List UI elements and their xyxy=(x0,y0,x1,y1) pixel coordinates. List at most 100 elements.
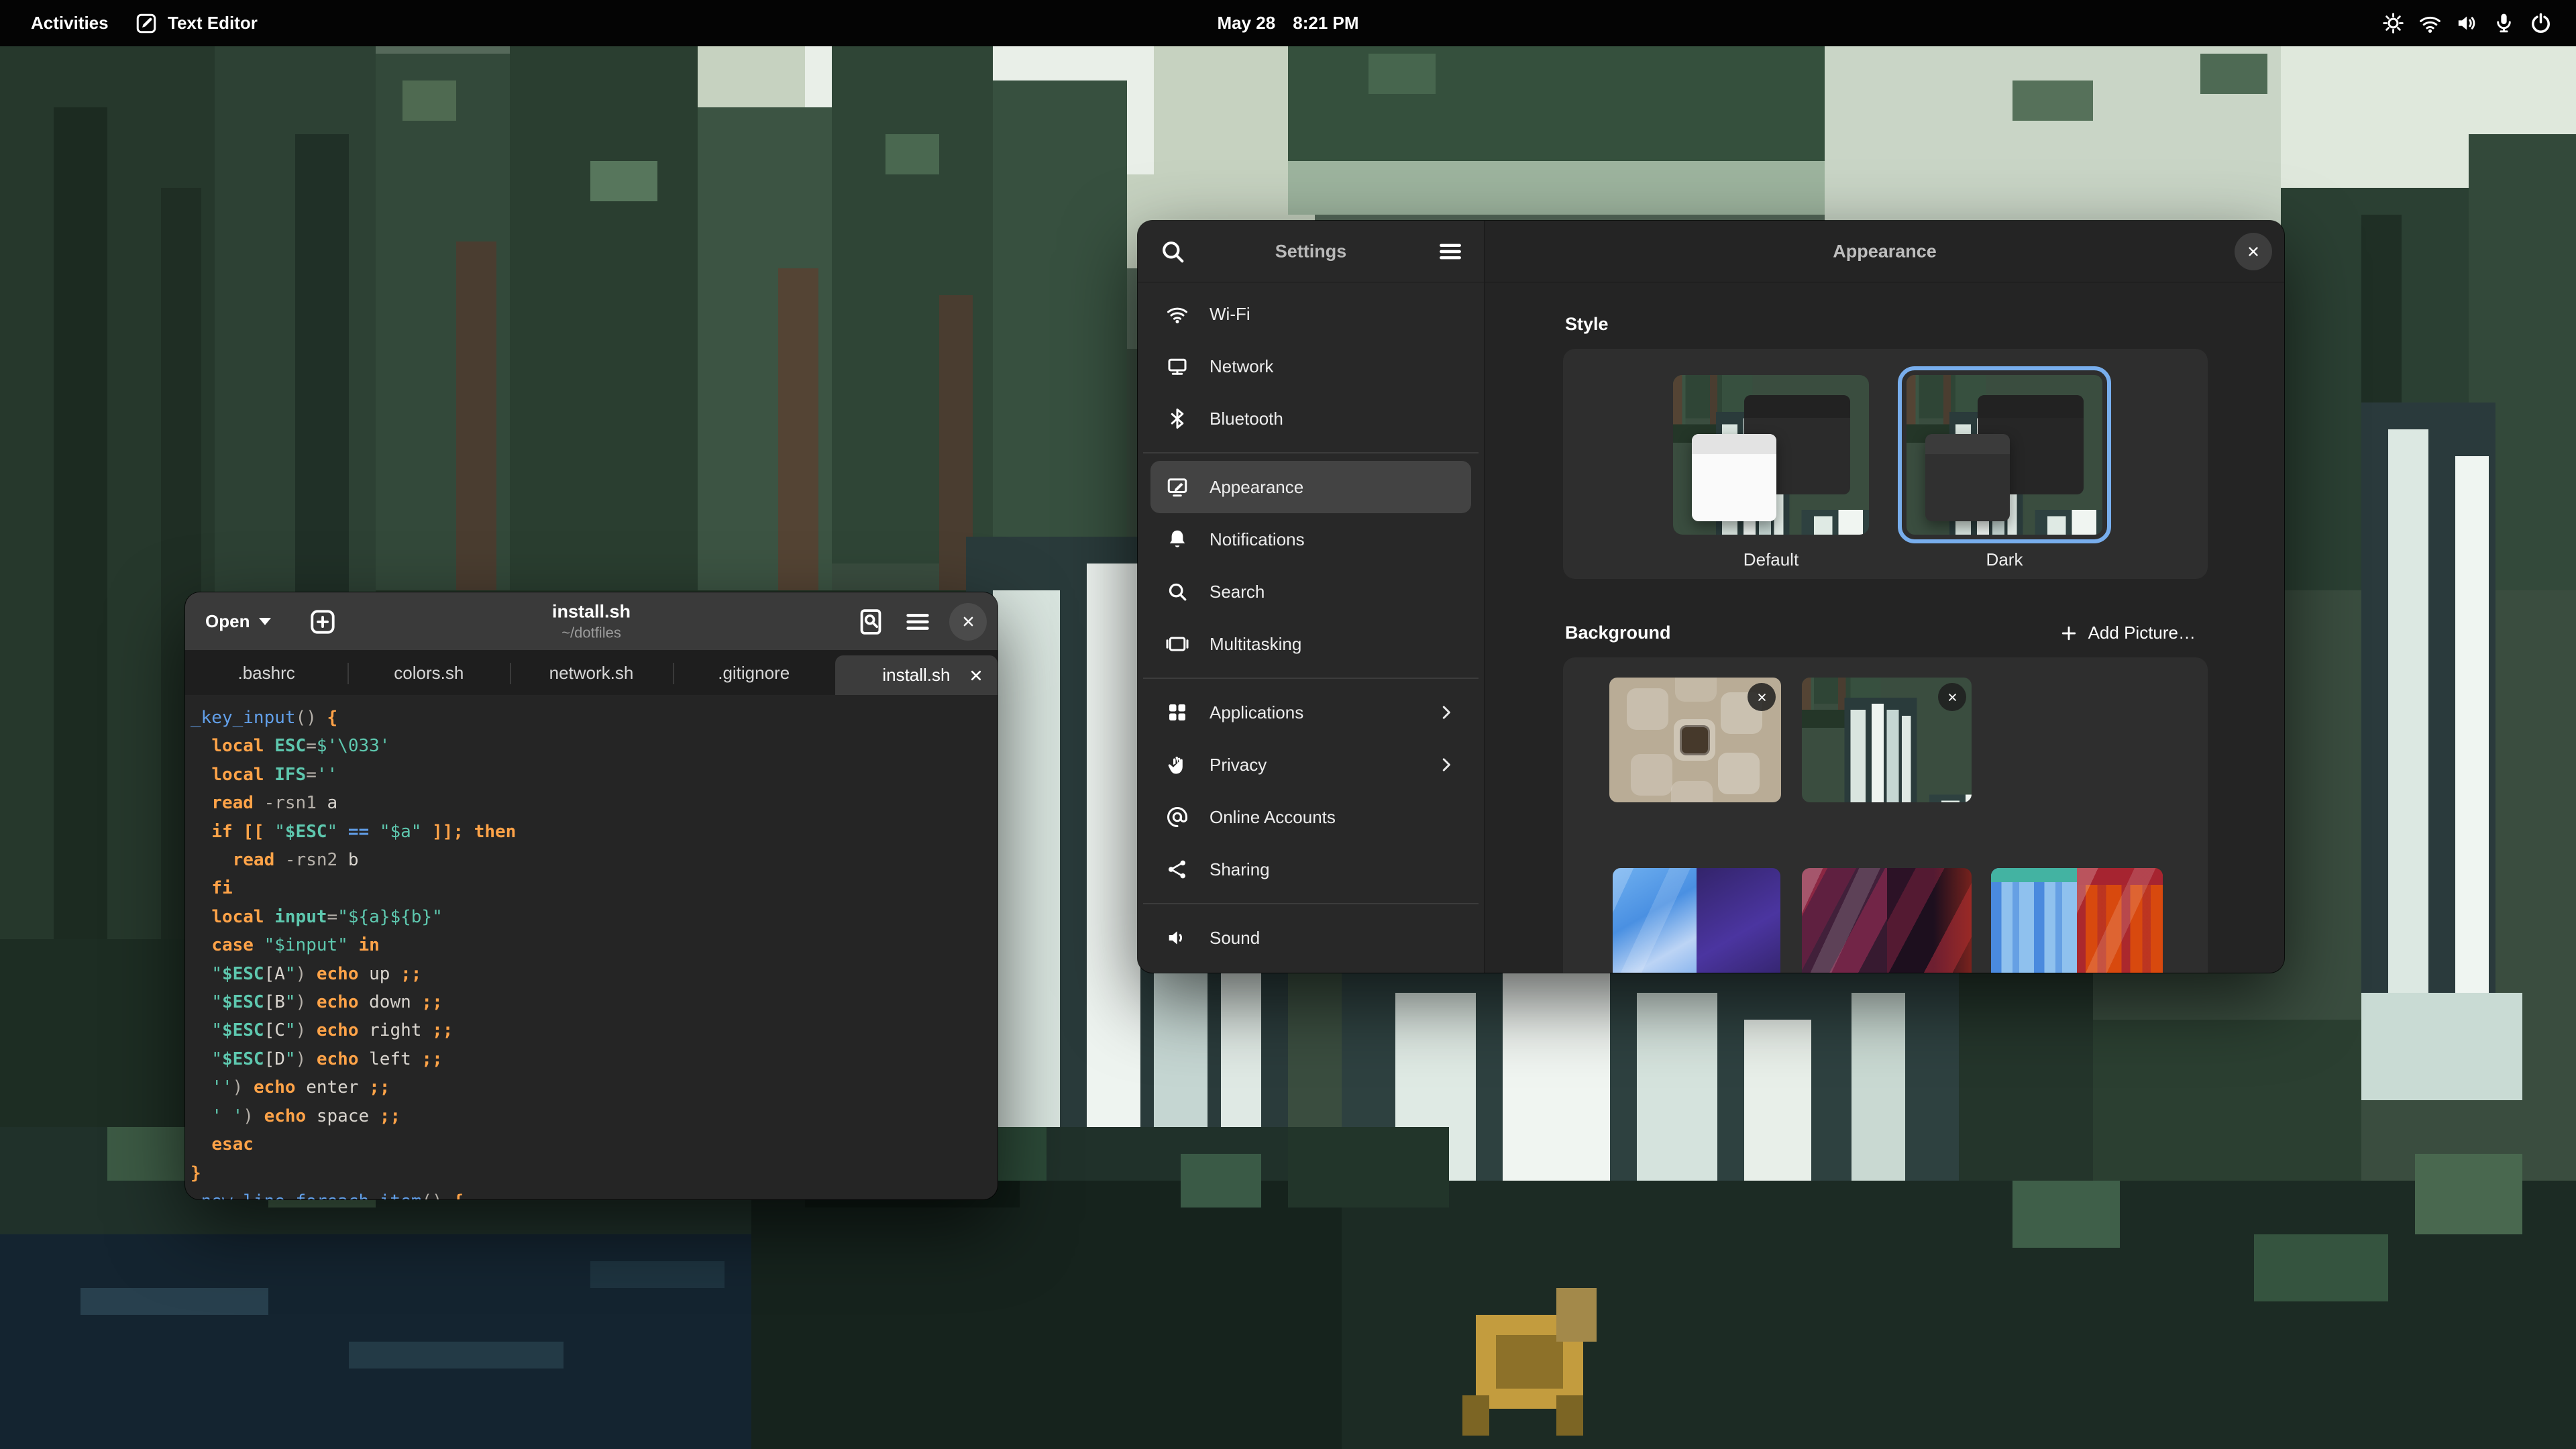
wallpaper-thumb-forest-waterfall[interactable] xyxy=(1802,678,1972,802)
sidebar-item-power[interactable]: Power xyxy=(1150,964,1471,973)
tab-bar: .bashrc colors.shnetwork.sh .gitignore inst… xyxy=(185,651,998,695)
sidebar-divider xyxy=(1143,678,1479,679)
code-line[interactable]: if [[ "$ESC" == "$a" ]]; then xyxy=(191,818,992,846)
focused-app-indicator[interactable]: Text Editor xyxy=(134,11,258,36)
text-editor-headerbar: Open install.sh ~/dotfiles xyxy=(185,592,998,651)
code-line[interactable]: "$ESC[C") echo right ;; xyxy=(191,1016,992,1044)
clock-button[interactable]: May 28 8:21 PM xyxy=(1218,0,1359,46)
tab-label: .bashrc xyxy=(237,663,294,684)
code-line[interactable]: "$ESC[B") echo down ;; xyxy=(191,988,992,1016)
text-editor-icon xyxy=(134,11,158,36)
wifi-icon[interactable] xyxy=(2418,11,2443,36)
background-card xyxy=(1563,657,2208,973)
sidebar-item-label: Network xyxy=(1210,356,1456,377)
style-option-dark[interactable]: Dark xyxy=(1907,375,2102,570)
wallpaper-dark-variant xyxy=(1697,868,1780,973)
sidebar-item-wi-fi[interactable]: Wi-Fi xyxy=(1150,288,1471,340)
sidebar-item-label: Bluetooth xyxy=(1210,409,1456,429)
code-line[interactable]: '') echo enter ;; xyxy=(191,1073,992,1102)
sidebar-item-search[interactable]: Search xyxy=(1150,566,1471,618)
tab-colors.sh[interactable]: colors.sh xyxy=(347,651,510,695)
code-line[interactable]: case "$input" in xyxy=(191,931,992,959)
sidebar-item-network[interactable]: Network xyxy=(1150,340,1471,392)
page-title: Appearance xyxy=(1833,241,1937,262)
wallpaper-thumb-blue-orange-drips[interactable] xyxy=(1991,868,2163,973)
code-line[interactable]: "$ESC[D") echo left ;; xyxy=(191,1045,992,1073)
microphone-icon[interactable] xyxy=(2491,11,2516,36)
sidebar-item-applications[interactable]: Applications xyxy=(1150,686,1471,739)
open-document-button[interactable]: Open xyxy=(196,606,280,637)
background-section-label: Background xyxy=(1565,623,1671,643)
code-line[interactable]: read -rsn1 a xyxy=(191,789,992,817)
settings-window: Settings Wi-Fi Network Bluetooth Appearance… xyxy=(1138,221,2284,973)
bluetooth-icon xyxy=(1165,407,1189,431)
wallpaper-thumb-dark-red-waves[interactable] xyxy=(1802,868,1972,973)
sharing-icon xyxy=(1165,857,1189,881)
sidebar-item-privacy[interactable]: Privacy xyxy=(1150,739,1471,791)
menu-icon[interactable] xyxy=(902,606,933,637)
sidebar-item-online-accounts[interactable]: Online Accounts xyxy=(1150,791,1471,843)
code-line[interactable]: local IFS='' xyxy=(191,761,992,789)
sidebar-item-label: Wi-Fi xyxy=(1210,304,1456,325)
tab-network.sh[interactable]: network.sh xyxy=(510,651,672,695)
activities-button[interactable]: Activities xyxy=(21,9,118,38)
focused-app-name: Text Editor xyxy=(168,13,258,34)
tab-.gitignore[interactable]: .gitignore xyxy=(673,651,835,695)
preview-window-front xyxy=(1925,434,2010,521)
desktop: Activities Text Editor May 28 8:21 PM Op… xyxy=(0,0,2576,1449)
tab-install.sh[interactable]: install.sh xyxy=(835,655,998,695)
remove-wallpaper-button[interactable] xyxy=(1748,683,1776,711)
sidebar-item-sharing[interactable]: Sharing xyxy=(1150,843,1471,896)
code-line[interactable]: fi xyxy=(191,874,992,902)
add-picture-label: Add Picture… xyxy=(2088,623,2196,643)
sidebar-divider xyxy=(1143,452,1479,453)
code-line[interactable]: esac xyxy=(191,1130,992,1159)
wallpaper-thumb-abstract-pills-beige[interactable] xyxy=(1609,678,1781,802)
sidebar-item-sound[interactable]: Sound xyxy=(1150,912,1471,964)
document-preview-icon[interactable] xyxy=(855,606,886,637)
remove-wallpaper-button[interactable] xyxy=(1938,683,1966,711)
sidebar-item-label: Applications xyxy=(1210,702,1416,723)
style-option-default[interactable]: Default xyxy=(1673,375,1869,570)
code-editor[interactable]: _key_input() { local ESC=$'\033' local I… xyxy=(185,695,998,1199)
volume-icon[interactable] xyxy=(2455,11,2479,36)
style-preview-default[interactable] xyxy=(1673,375,1869,535)
tab-label: install.sh xyxy=(882,665,950,686)
sidebar-item-notifications[interactable]: Notifications xyxy=(1150,513,1471,566)
code-line[interactable]: _new_line_foreach_item() { xyxy=(191,1187,992,1199)
open-button-label: Open xyxy=(205,611,250,632)
chevron-right-icon xyxy=(1436,755,1456,775)
close-window-button[interactable] xyxy=(949,603,987,641)
headerbar-actions xyxy=(855,603,987,641)
sidebar-item-multitasking[interactable]: Multitasking xyxy=(1150,618,1471,670)
sidebar-item-appearance[interactable]: Appearance xyxy=(1150,461,1471,513)
privacy-icon xyxy=(1165,753,1189,777)
add-picture-button[interactable]: Add Picture… xyxy=(2049,617,2205,649)
sidebar-item-label: Appearance xyxy=(1210,477,1456,498)
code-line[interactable]: local ESC=$'\033' xyxy=(191,732,992,760)
power-icon[interactable] xyxy=(2528,11,2553,36)
display-brightness-icon[interactable] xyxy=(2381,11,2406,36)
code-line[interactable]: read -rsn2 b xyxy=(191,846,992,874)
code-line[interactable]: } xyxy=(191,1159,992,1187)
code-line[interactable]: local input="${a}${b}" xyxy=(191,903,992,931)
plus-icon xyxy=(2059,623,2079,643)
code-line[interactable]: "$ESC[A") echo up ;; xyxy=(191,960,992,988)
style-section-label: Style xyxy=(1565,314,1609,335)
preview-window-front xyxy=(1692,434,1776,521)
new-tab-button[interactable] xyxy=(307,606,338,637)
tab-close-icon[interactable] xyxy=(967,666,985,685)
sidebar-item-bluetooth[interactable]: Bluetooth xyxy=(1150,392,1471,445)
sidebar-headerbar: Settings xyxy=(1138,221,1484,282)
document-path: ~/dotfiles xyxy=(552,625,631,641)
tab-label: .gitignore xyxy=(718,663,790,684)
code-line[interactable]: ' ') echo space ;; xyxy=(191,1102,992,1130)
menu-icon[interactable] xyxy=(1436,237,1465,266)
close-window-button[interactable] xyxy=(2235,233,2272,270)
system-tray[interactable] xyxy=(2381,11,2553,36)
style-preview-dark[interactable] xyxy=(1907,375,2102,535)
tab-.bashrc[interactable]: .bashrc xyxy=(185,651,347,695)
search-icon[interactable] xyxy=(1158,237,1187,266)
wallpaper-thumb-blue-purple-hexagons[interactable] xyxy=(1613,868,1780,973)
code-line[interactable]: _key_input() { xyxy=(191,704,992,732)
